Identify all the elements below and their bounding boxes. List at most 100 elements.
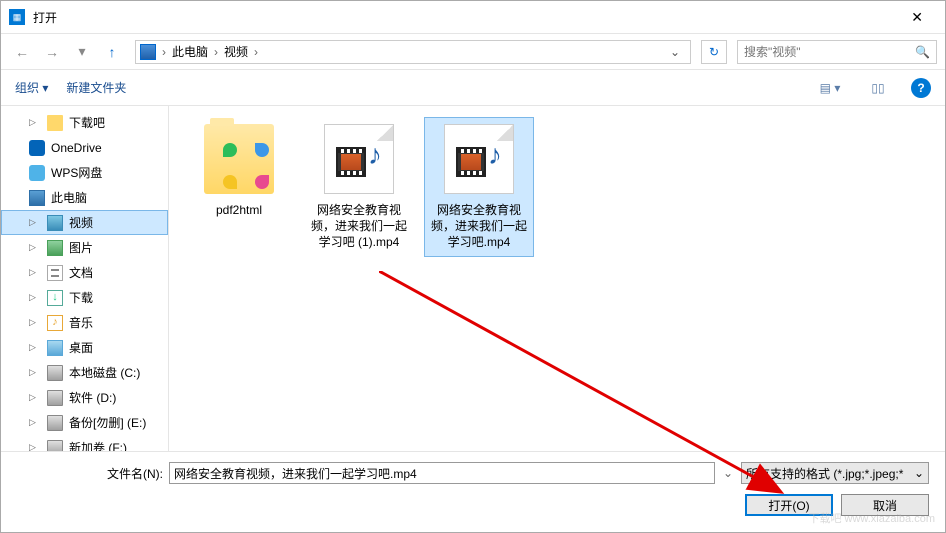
close-button[interactable]: ✕ [897, 3, 937, 32]
tree-icon [29, 190, 45, 206]
tree-icon [47, 290, 63, 306]
nav-forward-button[interactable]: → [39, 40, 65, 64]
folder-icon [204, 124, 274, 194]
expand-icon: ▷ [29, 417, 36, 428]
sidebar-item-0[interactable]: ▷ 下载吧 [1, 110, 168, 135]
view-icons-button[interactable]: ▤ ▾ [815, 77, 845, 99]
tree-icon [29, 140, 45, 156]
tree-icon [47, 315, 63, 331]
organize-button[interactable]: 组织 ▾ [15, 79, 48, 96]
filename-dropdown[interactable]: ⌄ [721, 466, 735, 480]
nav-up-button[interactable]: ↑ [99, 40, 125, 64]
tree-label: OneDrive [51, 141, 102, 155]
file-item-2[interactable]: ♪ 网络安全教育视频，进来我们一起学习吧.mp4 [425, 118, 533, 256]
tree-icon [47, 415, 63, 431]
breadcrumb-root[interactable]: 此电脑 [168, 43, 212, 60]
nav-sidebar: ▷下载吧OneDriveWPS网盘此电脑▷视频▷图片▷文档▷下载▷音乐▷桌面▷本… [1, 106, 169, 451]
toolbar: 组织 ▾ 新建文件夹 ▤ ▾ ▯▯ ? [1, 69, 945, 105]
file-label: 网络安全教育视频，进来我们一起学习吧 (1).mp4 [307, 202, 411, 250]
expand-icon: ▷ [29, 267, 36, 278]
tree-label: 图片 [69, 239, 93, 256]
filename-label: 文件名(N): [17, 465, 163, 482]
search-input[interactable] [744, 45, 915, 59]
sidebar-item-4[interactable]: ▷视频 [1, 210, 168, 235]
breadcrumb[interactable]: › 此电脑 › 视频 › ⌄ [135, 40, 691, 64]
tree-icon [47, 365, 63, 381]
chevron-right-icon: › [212, 45, 220, 59]
sidebar-item-12[interactable]: ▷ 备份[勿删] (E:) [1, 410, 168, 435]
expand-icon: ▷ [29, 442, 36, 451]
tree-label: 软件 (D:) [69, 389, 116, 406]
tree-icon [47, 440, 63, 452]
chevron-right-icon: › [160, 45, 168, 59]
file-label: pdf2html [216, 202, 262, 218]
help-button[interactable]: ? [911, 78, 931, 98]
tree-icon [47, 215, 63, 231]
file-open-dialog: ▦ 打开 ✕ ← → ▾ ↑ › 此电脑 › 视频 › ⌄ ↻ 🔍 组织 ▾ 新… [0, 0, 946, 533]
dialog-body: ▷下载吧OneDriveWPS网盘此电脑▷视频▷图片▷文档▷下载▷音乐▷桌面▷本… [1, 105, 945, 451]
sidebar-item-3[interactable]: 此电脑 [1, 185, 168, 210]
refresh-button[interactable]: ↻ [701, 40, 727, 64]
sidebar-item-8[interactable]: ▷ 音乐 [1, 310, 168, 335]
nav-back-button[interactable]: ← [9, 40, 35, 64]
sidebar-item-2[interactable]: WPS网盘 [1, 160, 168, 185]
video-file-icon: ♪ [324, 124, 394, 194]
tree-label: WPS网盘 [51, 164, 102, 181]
breadcrumb-current[interactable]: 视频 [220, 43, 252, 60]
sidebar-item-6[interactable]: ▷ 文档 [1, 260, 168, 285]
expand-icon: ▷ [29, 117, 36, 128]
nav-recent-dropdown[interactable]: ▾ [69, 40, 95, 64]
expand-icon: ▷ [29, 317, 36, 328]
app-icon: ▦ [9, 9, 25, 25]
sidebar-item-5[interactable]: ▷ 图片 [1, 235, 168, 260]
tree-icon [29, 165, 45, 181]
sidebar-item-11[interactable]: ▷ 软件 (D:) [1, 385, 168, 410]
chevron-down-icon: ⌄ [914, 466, 924, 480]
expand-icon: ▷ [29, 392, 36, 403]
search-icon[interactable]: 🔍 [915, 45, 930, 59]
cancel-button[interactable]: 取消 [841, 494, 929, 516]
preview-pane-button[interactable]: ▯▯ [863, 77, 893, 99]
tree-label: 新加卷 (F:) [69, 439, 127, 451]
filetype-dropdown[interactable]: 所有支持的格式 (*.jpg;*.jpeg;* ⌄ [741, 462, 929, 484]
expand-icon: ▷ [29, 367, 36, 378]
search-box[interactable]: 🔍 [737, 40, 937, 64]
pc-icon [140, 44, 156, 60]
tree-label: 音乐 [69, 314, 93, 331]
breadcrumb-dropdown[interactable]: ⌄ [664, 45, 686, 59]
open-button[interactable]: 打开(O) [745, 494, 833, 516]
new-folder-button[interactable]: 新建文件夹 [66, 79, 126, 96]
tree-icon [47, 340, 63, 356]
filename-input[interactable] [169, 462, 715, 484]
tree-label: 本地磁盘 (C:) [69, 364, 140, 381]
chevron-right-icon: › [252, 45, 260, 59]
tree-label: 备份[勿删] (E:) [69, 414, 146, 431]
nav-bar: ← → ▾ ↑ › 此电脑 › 视频 › ⌄ ↻ 🔍 [1, 33, 945, 69]
expand-icon: ▷ [29, 342, 36, 353]
tree-label: 下载吧 [69, 114, 105, 131]
expand-icon: ▷ [29, 242, 36, 253]
tree-icon [47, 265, 63, 281]
sidebar-item-10[interactable]: ▷ 本地磁盘 (C:) [1, 360, 168, 385]
video-file-icon: ♪ [444, 124, 514, 194]
sidebar-item-9[interactable]: ▷ 桌面 [1, 335, 168, 360]
file-list[interactable]: pdf2html ♪ 网络安全教育视频，进来我们一起学习吧 (1).mp4 ♪ 网络安全… [169, 106, 945, 451]
window-title: 打开 [33, 9, 57, 26]
tree-label: 文档 [69, 264, 93, 281]
sidebar-item-13[interactable]: ▷ 新加卷 (F:) [1, 435, 168, 451]
tree-label: 此电脑 [51, 189, 87, 206]
dialog-footer: 文件名(N): ⌄ 所有支持的格式 (*.jpg;*.jpeg;* ⌄ 打开(O… [1, 451, 945, 532]
expand-icon: ▷ [29, 292, 36, 303]
sidebar-item-7[interactable]: ▷ 下载 [1, 285, 168, 310]
file-label: 网络安全教育视频，进来我们一起学习吧.mp4 [427, 202, 531, 250]
tree-label: 视频 [69, 214, 93, 231]
tree-label: 下载 [69, 289, 93, 306]
tree-icon [47, 115, 63, 131]
titlebar: ▦ 打开 ✕ [1, 1, 945, 33]
file-item-1[interactable]: ♪ 网络安全教育视频，进来我们一起学习吧 (1).mp4 [305, 118, 413, 256]
tree-icon [47, 390, 63, 406]
file-item-0[interactable]: pdf2html [185, 118, 293, 224]
filetype-label: 所有支持的格式 (*.jpg;*.jpeg;* [746, 465, 914, 482]
sidebar-item-1[interactable]: OneDrive [1, 135, 168, 160]
tree-label: 桌面 [69, 339, 93, 356]
